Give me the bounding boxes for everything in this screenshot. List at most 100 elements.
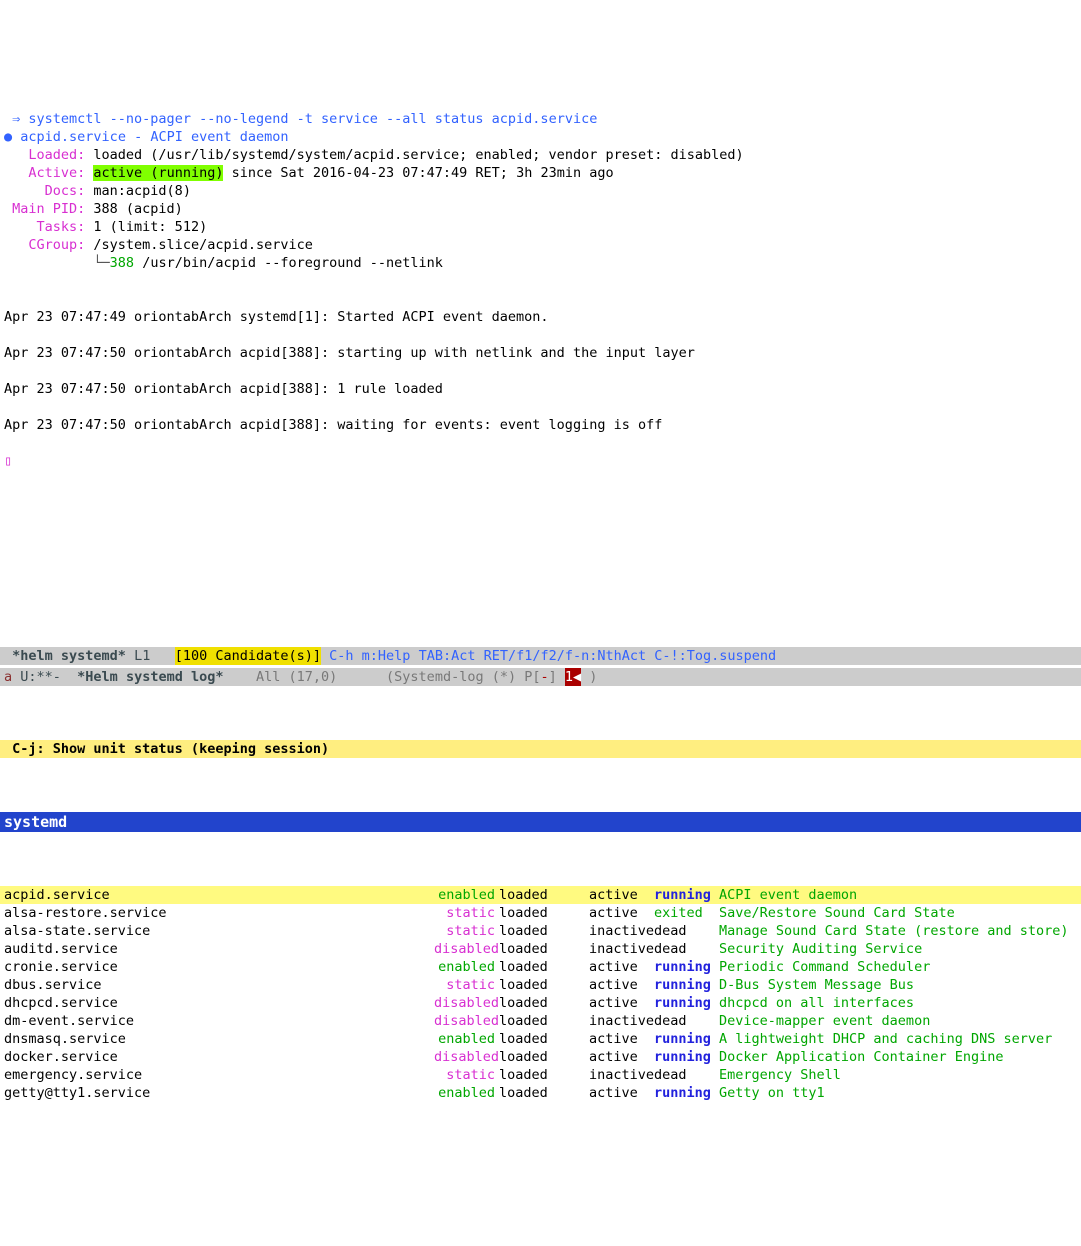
modeline-indicator: 1◀ — [565, 668, 581, 686]
service-active: inactive — [589, 940, 654, 958]
service-name: auditd.service — [4, 940, 434, 958]
service-row[interactable]: docker.servicedisabledloadedactiverunnin… — [0, 1048, 1081, 1066]
service-name: dnsmasq.service — [4, 1030, 434, 1048]
service-name: cronie.service — [4, 958, 434, 976]
service-description: Periodic Command Scheduler — [719, 958, 1077, 976]
modeline-buffer: *Helm systemd log* — [69, 668, 232, 686]
modeline-mark: a — [4, 668, 12, 686]
service-description: Getty on tty1 — [719, 1084, 1077, 1102]
service-row[interactable]: dnsmasq.serviceenabledloadedactiverunnin… — [0, 1030, 1081, 1048]
mainpid-value: 388 (acpid) — [85, 201, 183, 217]
label-cgroup: CGroup: — [4, 237, 85, 253]
service-active: inactive — [589, 1012, 654, 1030]
service-row[interactable]: auditd.servicedisabledloadedinactivedead… — [0, 940, 1081, 958]
service-row[interactable]: acpid.serviceenabledloadedactiverunningA… — [0, 886, 1081, 904]
status-output-pane: ⇒ systemctl --no-pager --no-legend -t se… — [0, 90, 1081, 272]
helm-source-header: systemd — [0, 812, 1081, 832]
service-enable-state: enabled — [434, 1084, 499, 1102]
service-description: Emergency Shell — [719, 1066, 1077, 1084]
helm-candidate-list[interactable]: acpid.serviceenabledloadedactiverunningA… — [0, 886, 1081, 1102]
cgroup-cmd: /usr/bin/acpid --foreground --netlink — [134, 255, 443, 271]
service-load: loaded — [499, 994, 589, 1012]
service-description: Device-mapper event daemon — [719, 1012, 1077, 1030]
service-sub: dead — [654, 1012, 719, 1030]
loaded-value: loaded (/usr/lib/systemd/system/acpid.se… — [85, 147, 743, 163]
service-sub: running — [654, 1030, 719, 1048]
service-active: active — [589, 994, 654, 1012]
log-line: Apr 23 07:47:49 oriontabArch systemd[1]:… — [4, 308, 1077, 326]
service-sub: running — [654, 958, 719, 976]
service-active: active — [589, 1084, 654, 1102]
service-load: loaded — [499, 976, 589, 994]
log-line: Apr 23 07:47:50 oriontabArch acpid[388]:… — [4, 380, 1077, 398]
status-bullet: ● — [4, 129, 12, 145]
service-load: loaded — [499, 1066, 589, 1084]
service-sub: running — [654, 886, 719, 904]
service-active: inactive — [589, 1066, 654, 1084]
service-row[interactable]: dhcpcd.servicedisabledloadedactiverunnin… — [0, 994, 1081, 1012]
service-description: Docker Application Container Engine — [719, 1048, 1077, 1066]
command-line: systemctl --no-pager --no-legend -t serv… — [28, 111, 597, 127]
service-sub: running — [654, 994, 719, 1012]
service-row[interactable]: getty@tty1.serviceenabledloadedactiverun… — [0, 1084, 1081, 1102]
service-row[interactable]: cronie.serviceenabledloadedactiverunning… — [0, 958, 1081, 976]
service-row[interactable]: alsa-state.servicestaticloadedinactivede… — [0, 922, 1081, 940]
service-load: loaded — [499, 1084, 589, 1102]
active-state: active (running) — [93, 165, 223, 181]
cgroup-tree-branch: └─ — [4, 255, 110, 271]
service-name: alsa-state.service — [4, 922, 434, 940]
service-description: dhcpcd on all interfaces — [719, 994, 1077, 1012]
service-enable-state: disabled — [434, 1048, 499, 1066]
service-description: A lightweight DHCP and caching DNS serve… — [719, 1030, 1077, 1048]
service-load: loaded — [499, 958, 589, 976]
service-description: D-Bus System Message Bus — [719, 976, 1077, 994]
service-row[interactable]: dm-event.servicedisabledloadedinactivede… — [0, 1012, 1081, 1030]
service-sub: dead — [654, 940, 719, 958]
service-row[interactable]: alsa-restore.servicestaticloadedactiveex… — [0, 904, 1081, 922]
service-enable-state: static — [434, 922, 499, 940]
service-name: alsa-restore.service — [4, 904, 434, 922]
service-enable-state: disabled — [434, 1012, 499, 1030]
service-active: active — [589, 1030, 654, 1048]
label-docs: Docs: — [4, 183, 85, 199]
service-description: Manage Sound Card State (restore and sto… — [719, 922, 1077, 940]
cgroup-pid: 388 — [110, 255, 134, 271]
service-enable-state: static — [434, 1066, 499, 1084]
prompt-icon: ⇒ — [4, 111, 28, 127]
modeline-top: a U:**- *Helm systemd log* All (17,0) (S… — [0, 668, 1081, 686]
service-enable-state: enabled — [434, 886, 499, 904]
service-enable-state: static — [434, 904, 499, 922]
label-loaded: Loaded: — [4, 147, 85, 163]
service-load: loaded — [499, 940, 589, 958]
label-tasks: Tasks: — [4, 219, 85, 235]
label-mainpid: Main PID: — [4, 201, 85, 217]
service-sub: dead — [654, 1066, 719, 1084]
service-load: loaded — [499, 922, 589, 940]
docs-value: man:acpid(8) — [85, 183, 191, 199]
modeline-bottom: *helm systemd* L1 [100 Candidate(s)] C-h… — [0, 647, 1081, 665]
service-load: loaded — [499, 886, 589, 904]
active-since: since Sat 2016-04-23 07:47:49 RET; 3h 23… — [223, 165, 613, 181]
service-name: getty@tty1.service — [4, 1084, 434, 1102]
service-enable-state: disabled — [434, 940, 499, 958]
service-row[interactable]: dbus.servicestaticloadedactiverunningD-B… — [0, 976, 1081, 994]
bottom-help-keys: C-h m:Help TAB:Act RET/f1/f2/f-n:NthAct … — [321, 647, 776, 665]
service-active: active — [589, 976, 654, 994]
modeline-mode: (Systemd-log (*) P[ — [386, 668, 540, 686]
service-sub: dead — [654, 922, 719, 940]
bottom-buffer-name: *helm systemd* — [12, 647, 126, 665]
service-name: dbus.service — [4, 976, 434, 994]
service-description: ACPI event daemon — [719, 886, 1077, 904]
label-active: Active: — [4, 165, 85, 181]
service-name: emergency.service — [4, 1066, 434, 1084]
service-load: loaded — [499, 1012, 589, 1030]
service-enable-state: enabled — [434, 958, 499, 976]
service-active: active — [589, 1048, 654, 1066]
candidate-count: [100 Candidate(s)] — [175, 647, 321, 665]
service-name: docker.service — [4, 1048, 434, 1066]
service-name: dhcpcd.service — [4, 994, 434, 1012]
service-active: active — [589, 904, 654, 922]
tasks-value: 1 (limit: 512) — [85, 219, 207, 235]
cgroup-value: /system.slice/acpid.service — [85, 237, 313, 253]
service-row[interactable]: emergency.servicestaticloadedinactivedea… — [0, 1066, 1081, 1084]
